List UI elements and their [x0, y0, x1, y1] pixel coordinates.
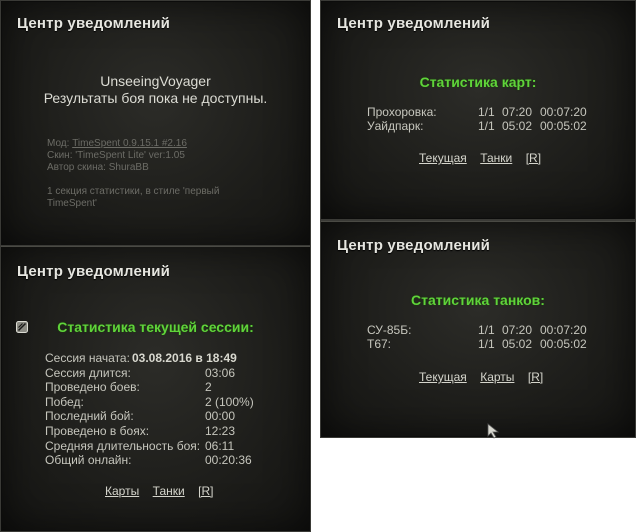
- stat-label: Средняя длительность боя:: [45, 438, 201, 453]
- tank-stat-row: T67: 1/1 05:02 00:05:02: [321, 338, 637, 352]
- row-ratio: 1/1: [478, 119, 495, 133]
- reset-link[interactable]: [R]: [526, 151, 541, 165]
- notification-panel-result: Центр уведомлений UnseeingVoyager Резуль…: [0, 0, 311, 248]
- maps-link[interactable]: Карты: [105, 484, 139, 498]
- stat-value: 06:11: [205, 438, 235, 453]
- notification-panel-tanks: Центр уведомлений Статистика танков: СУ-…: [320, 220, 637, 439]
- tank-stat-row: СУ-85Б: 1/1 07:20 00:07:20: [321, 324, 637, 338]
- stat-value: 00:20:36: [205, 453, 252, 468]
- row-avg: 07:20: [502, 105, 533, 119]
- description-line-2: TimeSpent': [47, 198, 97, 209]
- panel-title: Центр уведомлений: [337, 237, 491, 254]
- session-stat-row: Сессия длится: 03:06: [1, 365, 312, 381]
- row-name: T67:: [367, 337, 392, 351]
- stat-label: Последний бой:: [45, 409, 134, 424]
- session-stat-row: Проведено боев: 2: [1, 381, 312, 395]
- row-total: 00:07:20: [540, 323, 587, 337]
- current-link[interactable]: Текущая: [419, 151, 467, 165]
- stat-value: 12:23: [205, 424, 236, 438]
- row-name: Уайдпарк:: [367, 119, 424, 133]
- maps-links: Текущая Танки [R]: [419, 149, 541, 167]
- session-stat-row: Сессия начата: 03.08.2016 в 18:49: [1, 352, 312, 366]
- mod-line: Мод: TimeSpent 0.9.15.1 #2.16: [47, 139, 187, 149]
- maps-stats-heading: Статистика карт:: [419, 74, 537, 90]
- session-stat-row: Проведено в боях: 12:23: [1, 425, 312, 439]
- mouse-cursor-icon: [487, 423, 501, 439]
- stat-label: Побед:: [45, 394, 84, 409]
- skin-author-line: Автор скина: ShuraBB: [47, 162, 149, 173]
- row-avg: 05:02: [502, 337, 533, 351]
- map-stat-row: Уайдпарк: 1/1 05:02 00:05:02: [321, 120, 637, 134]
- stat-value: 2 (100%): [205, 394, 254, 409]
- row-avg: 07:20: [502, 323, 533, 337]
- session-stat-row: Побед: 2 (100%): [1, 394, 312, 410]
- panel-divider: [321, 221, 635, 222]
- row-total: 00:05:02: [540, 119, 587, 133]
- stat-label: Проведено боев:: [45, 380, 140, 395]
- reset-link[interactable]: [R]: [198, 484, 213, 498]
- row-total: 00:05:02: [540, 337, 587, 351]
- reset-link[interactable]: [R]: [528, 370, 543, 384]
- player-name: UnseeingVoyager: [100, 73, 211, 89]
- row-ratio: 1/1: [478, 323, 495, 337]
- stat-label: Проведено в боях:: [45, 424, 150, 438]
- panel-title: Центр уведомлений: [17, 263, 171, 280]
- row-ratio: 1/1: [478, 105, 495, 119]
- row-name: СУ-85Б:: [367, 323, 412, 337]
- panel-divider: [1, 246, 310, 247]
- panel-title: Центр уведомлений: [17, 15, 171, 32]
- stat-value: 03.08.2016 в 18:49: [132, 351, 237, 365]
- stat-label: Сессия длится:: [45, 365, 131, 380]
- session-stat-row: Общий онлайн: 00:20:36: [1, 454, 312, 468]
- notification-panel-session: Центр уведомлений Статистика текущей сес…: [0, 245, 311, 532]
- tanks-stats-heading: Статистика танков:: [411, 292, 545, 308]
- stat-label: Общий онлайн:: [45, 453, 132, 468]
- current-link[interactable]: Текущая: [419, 370, 467, 384]
- tanks-links: Текущая Карты [R]: [419, 368, 543, 386]
- battle-result-message: Результаты боя пока не доступны.: [43, 90, 268, 106]
- stat-value: 2: [205, 380, 212, 395]
- stat-label: Сессия начата:: [45, 351, 130, 365]
- session-stat-row: Последний бой: 00:00: [1, 410, 312, 424]
- row-ratio: 1/1: [478, 337, 495, 351]
- maps-link[interactable]: Карты: [480, 370, 514, 384]
- row-total: 00:07:20: [540, 105, 587, 119]
- tanks-link[interactable]: Танки: [480, 151, 512, 165]
- map-stat-row: Прохоровка: 1/1 07:20 00:07:20: [321, 106, 637, 120]
- session-links: Карты Танки [R]: [105, 482, 214, 500]
- mod-link[interactable]: TimeSpent 0.9.15.1 #2.16: [72, 138, 187, 149]
- tanks-link[interactable]: Танки: [153, 484, 185, 498]
- session-stat-row: Средняя длительность боя: 06:11: [1, 438, 312, 454]
- row-avg: 05:02: [502, 119, 533, 133]
- session-stats-heading: Статистика текущей сессии:: [57, 319, 254, 335]
- stat-value: 00:00: [205, 409, 236, 424]
- row-name: Прохоровка:: [367, 105, 437, 119]
- skin-line: Скин: 'TimeSpent Lite' ver:1.05: [47, 150, 185, 161]
- mod-label: Мод:: [47, 138, 70, 149]
- description-line-1: 1 секция статистики, в стиле 'первый: [47, 186, 220, 197]
- notification-panel-maps: Центр уведомлений Статистика карт: Прохо…: [320, 0, 636, 220]
- stat-value: 03:06: [205, 365, 236, 380]
- panel-title: Центр уведомлений: [337, 15, 491, 32]
